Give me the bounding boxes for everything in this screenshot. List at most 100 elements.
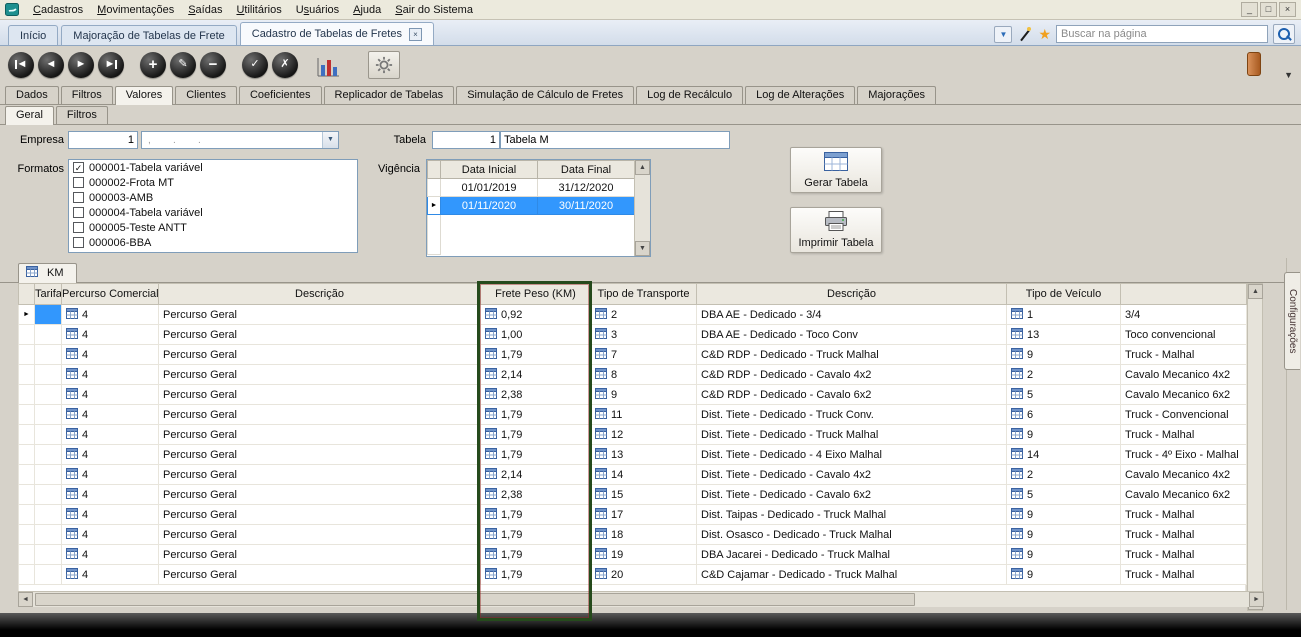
menu-item-saídas[interactable]: Saídas — [181, 2, 229, 18]
grid-cell[interactable]: Percurso Geral — [159, 345, 481, 365]
doc-tab-1[interactable]: Majoração de Tabelas de Frete — [61, 25, 236, 45]
tab-simulação-de-cálculo-de-fretes[interactable]: Simulação de Cálculo de Fretes — [456, 86, 634, 104]
grid-row[interactable]: 4Percurso Geral2,389C&D RDP - Dedicado -… — [19, 385, 1247, 405]
grid-cell[interactable]: 1 — [1007, 305, 1121, 325]
empresa-combo[interactable]: , . . ▼ — [141, 131, 339, 149]
grid-cell[interactable]: 1,79 — [481, 345, 591, 365]
formato-option-5[interactable]: 000006-BBA — [69, 235, 357, 250]
prior-record-button[interactable]: ◄ — [38, 52, 64, 78]
exit-door-icon[interactable] — [1247, 52, 1261, 76]
scroll-right-icon[interactable]: ► — [1249, 592, 1264, 607]
last-record-button[interactable]: ► — [98, 52, 124, 78]
menu-item-utilitários[interactable]: Utilitários — [229, 2, 288, 18]
scrollbar-thumb[interactable] — [35, 593, 915, 606]
grid-row[interactable]: 4Percurso Geral2,148C&D RDP - Dedicado -… — [19, 365, 1247, 385]
grid-cell[interactable]: 2,14 — [481, 465, 591, 485]
vigencia-row-1[interactable]: ►01/11/202030/11/2020 — [428, 197, 635, 215]
grid-cell[interactable]: 13 — [591, 445, 697, 465]
formatos-listbox[interactable]: ✓000001-Tabela variável000002-Frota MT00… — [68, 159, 358, 253]
grid-row[interactable]: 4Percurso Geral1,7917Dist. Taipas - Dedi… — [19, 505, 1247, 525]
grid-cell[interactable]: Dist. Tiete - Dedicado - Cavalo 4x2 — [697, 465, 1007, 485]
grid-horizontal-scrollbar[interactable]: ◄ ► — [18, 591, 1264, 607]
grid-cell[interactable]: 1,79 — [481, 565, 591, 585]
tab-dados[interactable]: Dados — [5, 86, 59, 104]
formato-option-1[interactable]: 000002-Frota MT — [69, 175, 357, 190]
menu-item-ajuda[interactable]: Ajuda — [346, 2, 388, 18]
grid-cell[interactable]: 4 — [62, 565, 159, 585]
checkbox-icon[interactable] — [73, 192, 84, 203]
grid-cell[interactable]: Truck - Convencional — [1121, 405, 1247, 425]
grid-cell[interactable]: Truck - Malhal — [1121, 545, 1247, 565]
grid-column-header[interactable] — [19, 284, 35, 305]
grid-row[interactable]: 4Percurso Geral1,7918Dist. Osasco - Dedi… — [19, 525, 1247, 545]
cancel-record-button[interactable]: ✗ — [272, 52, 298, 78]
formato-option-4[interactable]: 000005-Teste ANTT — [69, 220, 357, 235]
tab-clientes[interactable]: Clientes — [175, 86, 237, 104]
grid-cell-tarifa[interactable] — [35, 365, 62, 385]
menu-item-usuários[interactable]: Usuários — [289, 2, 346, 18]
grid-cell[interactable]: Percurso Geral — [159, 325, 481, 345]
grid-cell[interactable]: Percurso Geral — [159, 445, 481, 465]
grid-cell[interactable]: 6 — [1007, 405, 1121, 425]
grid-row[interactable]: 4Percurso Geral1,7920C&D Cajamar - Dedic… — [19, 565, 1247, 585]
grid-cell[interactable]: 4 — [62, 385, 159, 405]
grid-cell[interactable]: 7 — [591, 345, 697, 365]
grid-cell[interactable]: 1,79 — [481, 525, 591, 545]
grid-cell[interactable]: Cavalo Mecanico 4x2 — [1121, 465, 1247, 485]
grid-cell[interactable]: 14 — [1007, 445, 1121, 465]
insert-record-button[interactable]: + — [140, 52, 166, 78]
grid-row[interactable]: 4Percurso Geral1,7913Dist. Tiete - Dedic… — [19, 445, 1247, 465]
grid-cell[interactable]: 1,79 — [481, 425, 591, 445]
grid-cell[interactable]: Dist. Tiete - Dedicado - Truck Conv. — [697, 405, 1007, 425]
grid-column-header-percurso-comercial[interactable]: Percurso Comercial — [62, 284, 159, 305]
grid-cell[interactable]: 2 — [1007, 465, 1121, 485]
grid-cell[interactable]: 1,79 — [481, 545, 591, 565]
subtab-geral[interactable]: Geral — [5, 106, 54, 125]
vigencia-data-final-cell[interactable]: 30/11/2020 — [538, 197, 635, 215]
tab-configuracoes[interactable]: Configurações — [1284, 272, 1300, 370]
vigencia-data-final-cell[interactable]: 31/12/2020 — [538, 179, 635, 197]
grid-cell-tarifa[interactable] — [35, 345, 62, 365]
tab-log-de-alterações[interactable]: Log de Alterações — [745, 86, 855, 104]
grid-cell[interactable]: 4 — [62, 545, 159, 565]
minimize-button[interactable]: _ — [1241, 2, 1258, 17]
grid-cell[interactable]: DBA Jacarei - Dedicado - Truck Malhal — [697, 545, 1007, 565]
grid-cell[interactable]: 3/4 — [1121, 305, 1247, 325]
grid-cell[interactable]: Dist. Tiete - Dedicado - Truck Malhal — [697, 425, 1007, 445]
grid-cell[interactable]: 2,14 — [481, 365, 591, 385]
checkbox-icon[interactable] — [73, 177, 84, 188]
grid-cell[interactable]: Truck - 4º Eixo - Malhal — [1121, 445, 1247, 465]
grid-column-header[interactable] — [1121, 284, 1247, 305]
grid-cell[interactable]: 2 — [591, 305, 697, 325]
checkbox-icon[interactable] — [73, 207, 84, 218]
first-record-button[interactable]: ◄ — [8, 52, 34, 78]
tab-majorações[interactable]: Majorações — [857, 86, 936, 104]
vigencia-column-header[interactable]: Data Inicial — [441, 161, 538, 179]
scroll-left-icon[interactable]: ◄ — [18, 592, 33, 607]
grid-column-header-tipo-de-ve-culo[interactable]: Tipo de Veículo — [1007, 284, 1121, 305]
grid-column-header-frete-peso-km-[interactable]: Frete Peso (KM) — [481, 284, 591, 305]
next-record-button[interactable]: ► — [68, 52, 94, 78]
vigencia-grid[interactable]: Data InicialData Final01/01/201931/12/20… — [426, 159, 651, 257]
menu-item-sair-do-sistema[interactable]: Sair do Sistema — [388, 2, 480, 18]
grid-cell[interactable]: 20 — [591, 565, 697, 585]
grid-row[interactable]: 4Percurso Geral2,1414Dist. Tiete - Dedic… — [19, 465, 1247, 485]
grid-cell[interactable]: Toco convencional — [1121, 325, 1247, 345]
grid-cell[interactable]: Dist. Osasco - Dedicado - Truck Malhal — [697, 525, 1007, 545]
scroll-up-icon[interactable]: ▲ — [635, 160, 650, 175]
grid-cell[interactable]: Percurso Geral — [159, 365, 481, 385]
grid-row[interactable]: 4Percurso Geral1,7919DBA Jacarei - Dedic… — [19, 545, 1247, 565]
grid-cell[interactable]: C&D RDP - Dedicado - Truck Malhal — [697, 345, 1007, 365]
tab-coeficientes[interactable]: Coeficientes — [239, 86, 322, 104]
grid-cell[interactable]: 9 — [1007, 505, 1121, 525]
gerar-tabela-button[interactable]: Gerar Tabela — [790, 147, 882, 193]
grid-cell[interactable]: Percurso Geral — [159, 465, 481, 485]
scroll-up-icon[interactable]: ▲ — [1248, 284, 1263, 299]
grid-cell[interactable]: 9 — [1007, 345, 1121, 365]
gear-icon[interactable] — [368, 51, 400, 79]
grid-cell[interactable]: C&D RDP - Dedicado - Cavalo 4x2 — [697, 365, 1007, 385]
grid-cell[interactable]: Percurso Geral — [159, 425, 481, 445]
grid-cell[interactable]: 9 — [1007, 565, 1121, 585]
imprimir-tabela-button[interactable]: Imprimir Tabela — [790, 207, 882, 253]
tabela-name-field[interactable] — [500, 131, 730, 149]
